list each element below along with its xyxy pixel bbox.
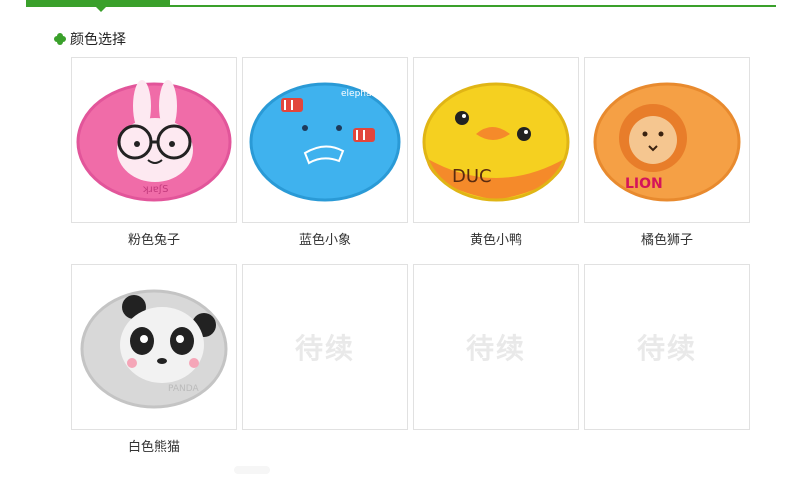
color-option-orange-lion[interactable]: LION	[584, 57, 750, 223]
color-option-label: 蓝色小象	[298, 233, 351, 248]
svg-text:ʞɹɐʃS: ʞɹɐʃS	[142, 184, 169, 195]
placeholder-text: 待续	[294, 332, 355, 365]
color-option-pink-rabbit[interactable]: ʞɹɐʃS	[71, 57, 237, 223]
header-divider	[26, 5, 776, 7]
clover-icon	[54, 33, 66, 45]
placeholder-card: 待续	[413, 264, 579, 430]
white-panda-cap-image: PANDA	[80, 289, 228, 409]
color-option-label: 白色熊猫	[127, 440, 180, 455]
placeholder-card: 待续	[584, 264, 750, 430]
pink-rabbit-cap-image: ʞɹɐʃS	[76, 80, 232, 202]
placeholder-text: 待续	[465, 332, 526, 365]
svg-text:elephant: elephant	[341, 89, 381, 99]
svg-text:LION: LION	[625, 176, 663, 192]
svg-text:PANDA: PANDA	[168, 384, 200, 394]
orange-lion-cap-image: LION	[593, 82, 741, 202]
color-option-label: 粉色兔子	[127, 233, 180, 248]
blue-elephant-cap-image: elephant	[249, 82, 401, 202]
color-option-yellow-duck[interactable]: DUC	[413, 57, 579, 223]
color-option-white-panda[interactable]: PANDA	[71, 264, 237, 430]
color-option-label: 橘色狮子	[640, 233, 693, 248]
decorative-smudge	[234, 466, 270, 474]
color-option-blue-elephant[interactable]: elephant	[242, 57, 408, 223]
section-heading: 颜色选择	[54, 29, 126, 49]
section-title: 颜色选择	[70, 32, 126, 48]
placeholder-card: 待续	[242, 264, 408, 430]
color-option-label: 黄色小鸭	[469, 233, 522, 248]
header-notch-icon	[96, 7, 106, 12]
yellow-duck-cap-image: DUC	[422, 82, 570, 202]
placeholder-text: 待续	[636, 332, 697, 365]
svg-text:DUC: DUC	[452, 166, 492, 187]
